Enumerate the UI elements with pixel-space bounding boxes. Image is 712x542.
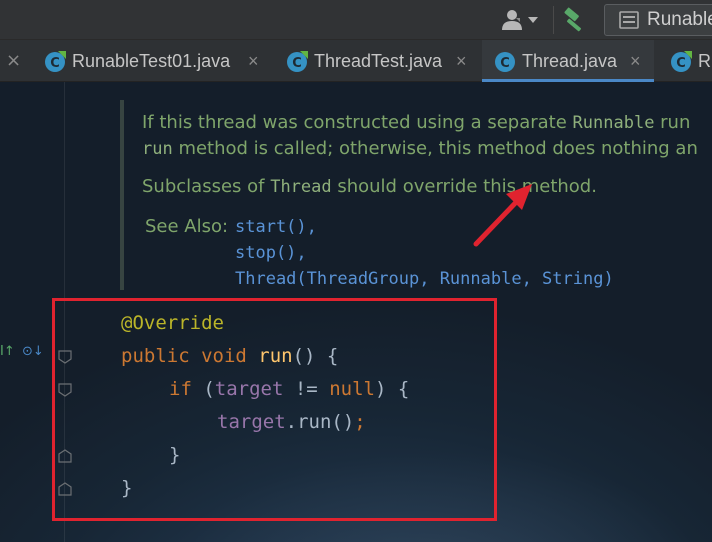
toolbar-separator (553, 6, 554, 34)
java-class-icon: C (495, 52, 515, 72)
java-class-icon: C (45, 51, 66, 72)
java-class-icon: C (287, 51, 308, 72)
doc-code: Thread (270, 177, 332, 197)
doc-text: method is called; otherwise, this method… (172, 138, 698, 159)
tab-overflow[interactable]: C Ru (670, 40, 712, 82)
tab-thread-java[interactable]: C Thread.java × (482, 40, 654, 82)
doc-line: run method is called; otherwise, this me… (142, 138, 698, 159)
user-menu-button[interactable] (500, 8, 542, 32)
see-also-link[interactable]: start(), (235, 217, 317, 237)
tab-close-icon[interactable]: × (6, 40, 21, 82)
highlight-box (52, 298, 497, 521)
run-config-label: RunableTest01 (647, 9, 712, 30)
tab-label: ThreadTest.java (314, 51, 443, 71)
run-configuration-selector[interactable]: RunableTest01 (604, 4, 712, 36)
svg-text:C: C (50, 56, 60, 71)
svg-text:C: C (676, 56, 686, 71)
java-class-icon: C (671, 51, 692, 72)
run-config-icon (619, 11, 639, 29)
tab-close-icon[interactable]: × (630, 40, 641, 82)
implements-marker-icon[interactable]: I↑ (0, 344, 15, 364)
doc-text: run (654, 112, 691, 133)
rendered-doc-bar (120, 100, 124, 290)
overridden-marker-icon[interactable]: ⊙↓ (22, 344, 44, 364)
svg-text:C: C (292, 56, 302, 71)
doc-text: If this thread was constructed using a s… (142, 112, 573, 133)
see-also-link[interactable]: Thread(ThreadGroup, Runnable, String) (235, 269, 614, 289)
see-also-link[interactable]: stop(), (235, 243, 307, 263)
tab-label: RunableTest01.java (72, 51, 231, 71)
tab-runabletest01[interactable]: C RunableTest01.java × (44, 40, 270, 82)
user-icon (502, 10, 538, 30)
build-hammer-icon (564, 7, 582, 32)
doc-code: run (142, 139, 173, 159)
svg-text:C: C (500, 56, 510, 71)
red-arrow-annotation (473, 184, 532, 247)
build-button[interactable] (562, 6, 588, 34)
tab-label: Ru (698, 51, 712, 71)
see-also-label: See Also: (145, 216, 229, 237)
chevron-down-icon (528, 17, 538, 23)
main-toolbar: RunableTest01 (0, 0, 712, 40)
tab-label: Thread.java (522, 51, 618, 71)
doc-line: If this thread was constructed using a s… (142, 112, 690, 133)
code-editor[interactable]: If this thread was constructed using a s… (0, 82, 712, 542)
tab-close-icon[interactable]: × (248, 40, 259, 82)
doc-code: Runnable (572, 113, 655, 133)
tab-threadtest[interactable]: C ThreadTest.java × (286, 40, 478, 82)
tab-close-icon[interactable]: × (456, 40, 467, 82)
doc-text: Subclasses of (142, 176, 271, 197)
